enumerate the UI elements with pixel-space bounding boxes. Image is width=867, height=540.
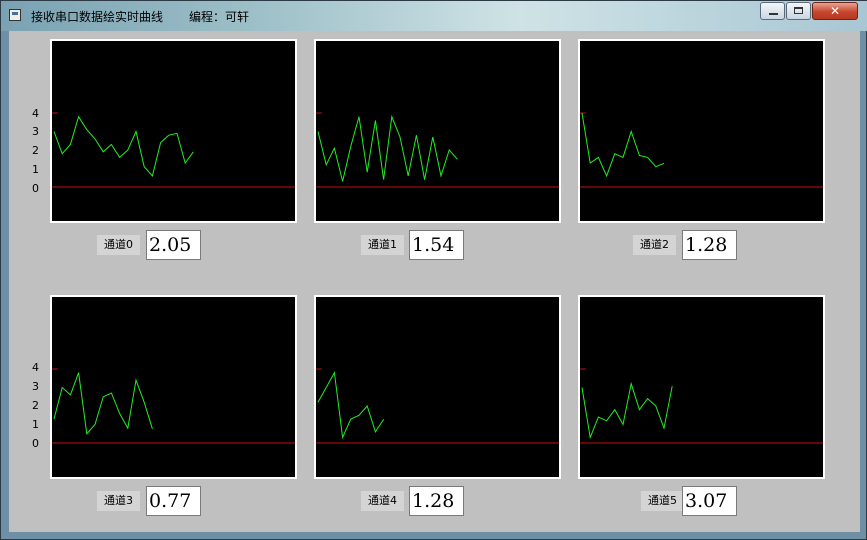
value-field-channel-4[interactable]: 1.28 bbox=[409, 486, 464, 516]
close-button[interactable]: ✕ bbox=[812, 2, 858, 20]
channel-label-3: 通道3 bbox=[97, 491, 140, 511]
client-area: 4 3 2 1 0 4 3 2 1 0 通道0 2.05 通道1 1.54 通道… bbox=[9, 31, 860, 532]
plot-channel-3 bbox=[50, 295, 297, 479]
minimize-button[interactable] bbox=[760, 2, 785, 20]
app-icon[interactable] bbox=[9, 9, 21, 21]
plot-channel-1 bbox=[314, 39, 561, 223]
close-icon: ✕ bbox=[829, 4, 841, 18]
plot-channel-2 bbox=[578, 39, 825, 223]
y-tick-4: 4 bbox=[32, 361, 39, 374]
y-tick-1: 1 bbox=[32, 418, 39, 431]
app-window: 接收串口数据绘实时曲线 编程：可轩 ✕ 4 3 2 1 0 4 3 2 1 0 … bbox=[0, 0, 867, 540]
signal-trace bbox=[53, 372, 153, 435]
trace-canvas bbox=[316, 368, 559, 444]
trace-canvas bbox=[580, 112, 823, 188]
value-field-channel-3[interactable]: 0.77 bbox=[146, 486, 201, 516]
value-field-channel-0[interactable]: 2.05 bbox=[146, 230, 201, 260]
plot-channel-4 bbox=[314, 295, 561, 479]
plot-channel-5 bbox=[578, 295, 825, 479]
y-tick-4: 4 bbox=[32, 107, 39, 120]
value-field-channel-5[interactable]: 3.07 bbox=[682, 486, 737, 516]
y-tick-0: 0 bbox=[32, 437, 39, 450]
channel-label-0: 通道0 bbox=[97, 235, 140, 255]
channel-label-1: 通道1 bbox=[361, 235, 404, 255]
trace-canvas bbox=[580, 368, 823, 444]
signal-trace bbox=[53, 115, 194, 177]
maximize-button[interactable] bbox=[786, 2, 811, 20]
trace-canvas bbox=[316, 112, 559, 188]
y-tick-0: 0 bbox=[32, 182, 39, 195]
trace-canvas bbox=[52, 112, 295, 188]
signal-trace bbox=[317, 114, 458, 182]
signal-trace bbox=[581, 381, 673, 440]
channel-label-5: 通道5 bbox=[641, 491, 684, 511]
signal-trace bbox=[317, 371, 385, 440]
title-bar[interactable]: 接收串口数据绘实时曲线 编程：可轩 ✕ bbox=[1, 1, 867, 31]
author-caption: 编程：可轩 bbox=[189, 10, 250, 24]
value-field-channel-2[interactable]: 1.28 bbox=[682, 230, 737, 260]
signal-trace bbox=[581, 112, 665, 178]
channel-label-4: 通道4 bbox=[361, 491, 404, 511]
channel-label-2: 通道2 bbox=[633, 235, 676, 255]
y-tick-3: 3 bbox=[32, 380, 39, 393]
y-tick-2: 2 bbox=[32, 144, 39, 157]
y-tick-3: 3 bbox=[32, 125, 39, 138]
maximize-icon bbox=[794, 7, 803, 14]
y-tick-2: 2 bbox=[32, 399, 39, 412]
plot-channel-0 bbox=[50, 39, 297, 223]
y-tick-1: 1 bbox=[32, 163, 39, 176]
window-title: 接收串口数据绘实时曲线 bbox=[31, 10, 164, 24]
minimize-icon bbox=[769, 13, 778, 15]
value-field-channel-1[interactable]: 1.54 bbox=[409, 230, 464, 260]
trace-canvas bbox=[52, 368, 295, 444]
